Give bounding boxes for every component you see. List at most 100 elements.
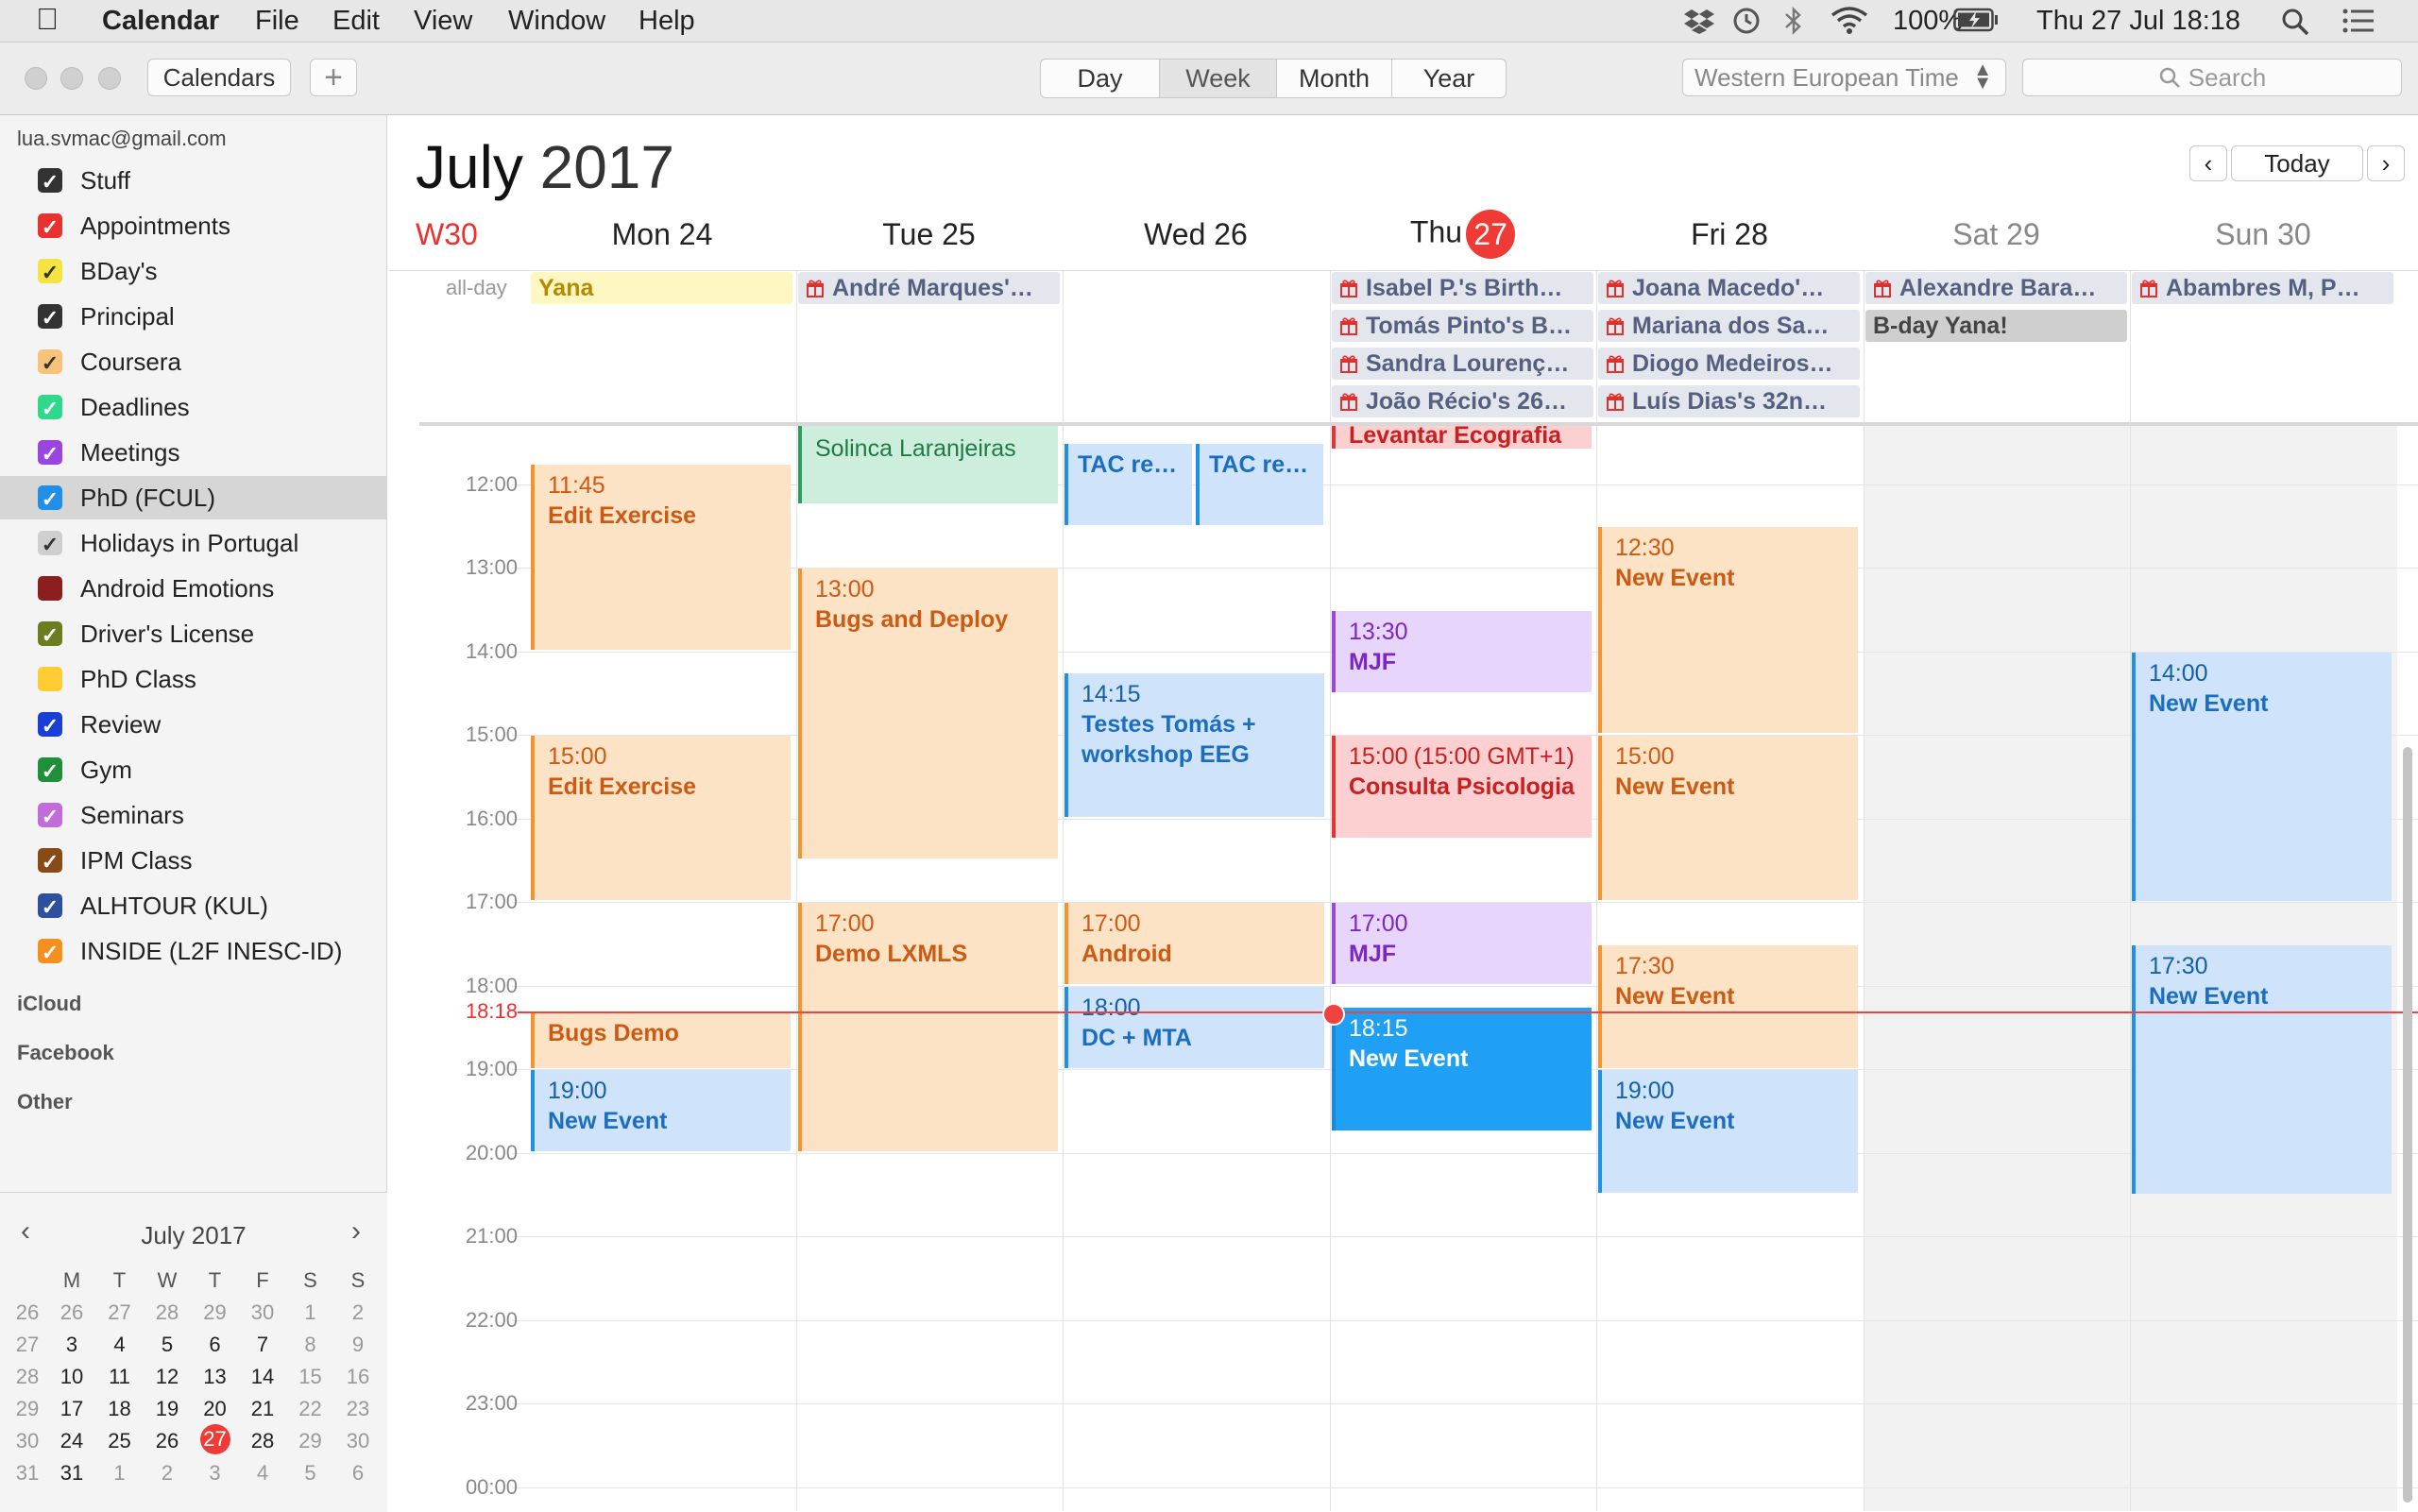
menu-file[interactable]: File (255, 6, 299, 37)
mini-day[interactable]: 4 (97, 1333, 143, 1357)
calendar-checkbox[interactable]: ✓ (38, 939, 62, 964)
dropbox-icon[interactable] (1683, 8, 1715, 42)
calendar-item[interactable]: ✓ Meetings (0, 431, 387, 474)
day-header[interactable]: Tue 25 (796, 217, 1063, 252)
calendar-checkbox[interactable]: ✓ (38, 803, 62, 828)
all-day-event[interactable]: Luís Dias's 32n… (1598, 385, 1860, 417)
add-event-button[interactable]: + (310, 59, 357, 96)
calendar-item[interactable]: Android Emotions (0, 567, 387, 610)
mini-day[interactable]: 16 (335, 1365, 381, 1389)
calendar-event[interactable]: 19:00 New Event (531, 1070, 791, 1151)
calendar-event[interactable]: 18:00 DC + MTA (1064, 987, 1324, 1068)
calendar-item[interactable]: ✓ Principal (0, 295, 387, 338)
calendar-event[interactable]: 17:30 New Event (1598, 945, 1858, 1068)
mini-day[interactable]: 25 (97, 1429, 143, 1453)
mini-day[interactable]: 30 (335, 1429, 381, 1453)
mini-day[interactable]: 15 (288, 1365, 333, 1389)
calendar-event[interactable]: 13:00 Bugs and Deploy (798, 569, 1058, 858)
day-header[interactable]: Sat 29 (1864, 217, 2130, 252)
mini-day[interactable]: 1 (97, 1461, 143, 1486)
mini-day[interactable]: 30 (240, 1300, 285, 1325)
mini-day[interactable]: 23 (335, 1397, 381, 1421)
all-day-event[interactable]: Tomás Pinto's B… (1332, 310, 1593, 342)
mini-day[interactable]: 12 (145, 1365, 190, 1389)
calendar-event[interactable]: 17:00 Demo LXMLS (798, 903, 1058, 1151)
calendar-checkbox[interactable]: ✓ (38, 712, 62, 738)
mini-day[interactable]: 19 (145, 1397, 190, 1421)
calendar-item[interactable]: ✓ Appointments (0, 204, 387, 247)
mini-day[interactable]: 27 (97, 1300, 143, 1325)
calendar-event[interactable]: 17:00 Android (1064, 903, 1324, 984)
mini-day[interactable]: 26 (49, 1300, 94, 1325)
calendar-item[interactable]: ✓ Driver's License (0, 612, 387, 655)
calendar-event[interactable]: 14:00 New Event (2132, 653, 2392, 901)
mini-day[interactable]: 18 (97, 1397, 143, 1421)
day-header[interactable]: Thu 27 (1330, 210, 1596, 259)
tab-day[interactable]: Day (1041, 59, 1160, 97)
calendar-checkbox[interactable]: ✓ (38, 531, 62, 556)
calendar-checkbox[interactable]: ✓ (38, 395, 62, 420)
mini-day[interactable]: 31 (49, 1461, 94, 1486)
calendar-checkbox[interactable]: ✓ (38, 213, 62, 239)
menu-edit[interactable]: Edit (332, 6, 380, 37)
mini-day[interactable]: 9 (335, 1333, 381, 1357)
calendar-item[interactable]: ✓ Stuff (0, 159, 387, 202)
calendar-checkbox[interactable]: ✓ (38, 621, 62, 647)
group-facebook[interactable]: Facebook (17, 1041, 114, 1065)
close-window-button[interactable] (25, 67, 47, 90)
time-machine-icon[interactable] (1732, 7, 1761, 42)
calendar-checkbox[interactable]: ✓ (38, 757, 62, 783)
mini-day[interactable]: 26 (145, 1429, 190, 1453)
mini-next-month-icon[interactable]: › (351, 1215, 361, 1248)
menubar-clock[interactable]: Thu 27 Jul 18:18 (2036, 6, 2240, 37)
calendar-checkbox[interactable]: ✓ (38, 349, 62, 375)
mini-day[interactable]: 11 (97, 1365, 143, 1389)
calendar-event[interactable]: 15:00 New Event (1598, 736, 1858, 900)
mini-day[interactable]: 29 (288, 1429, 333, 1453)
mini-day[interactable]: 17 (49, 1397, 94, 1421)
mini-day[interactable]: 8 (288, 1333, 333, 1357)
all-day-event[interactable]: Joana Macedo'… (1598, 272, 1860, 304)
calendar-checkbox[interactable] (38, 576, 62, 601)
calendar-checkbox[interactable]: ✓ (38, 893, 62, 919)
calendar-item[interactable]: ✓ PhD (FCUL) (0, 476, 387, 519)
mini-day[interactable]: 5 (145, 1333, 190, 1357)
mini-day[interactable]: 1 (288, 1300, 333, 1325)
mini-day[interactable]: 29 (193, 1300, 238, 1325)
all-day-event[interactable]: Sandra Lourenç… (1332, 348, 1593, 380)
calendar-item[interactable]: PhD Class (0, 657, 387, 701)
calendar-event[interactable]: 12:30 New Event (1598, 527, 1858, 733)
timezone-select[interactable]: Western European Time ▲ ▼ (1682, 59, 2006, 96)
calendar-checkbox[interactable]: ✓ (38, 440, 62, 466)
group-other[interactable]: Other (17, 1090, 73, 1114)
mini-day[interactable]: 22 (288, 1397, 333, 1421)
next-week-button[interactable]: › (2367, 145, 2405, 181)
calendar-item[interactable]: ✓ Holidays in Portugal (0, 521, 387, 565)
calendar-event[interactable]: 15:00 (15:00 GMT+1) Consulta Psicologia (1332, 736, 1592, 838)
day-header[interactable]: Sun 30 (2130, 217, 2396, 252)
mini-day[interactable]: 20 (193, 1397, 238, 1421)
calendar-event[interactable]: 11:45 Edit Exercise (531, 465, 791, 650)
calendar-item[interactable]: ✓ IPM Class (0, 839, 387, 882)
mini-day[interactable]: 7 (240, 1333, 285, 1357)
today-button[interactable]: Today (2231, 145, 2363, 181)
calendar-item[interactable]: ✓ ALHTOUR (KUL) (0, 884, 387, 927)
mini-day[interactable]: 28 (240, 1429, 285, 1453)
minimize-window-button[interactable] (60, 67, 83, 90)
day-header[interactable]: Wed 26 (1063, 217, 1329, 252)
tab-year[interactable]: Year (1392, 59, 1506, 97)
calendar-item[interactable]: ✓ Seminars (0, 793, 387, 837)
all-day-event[interactable]: Yana (531, 272, 792, 304)
mini-day[interactable]: 4 (240, 1461, 285, 1486)
calendar-event[interactable]: 17:00 MJF (1332, 903, 1592, 984)
calendar-event[interactable]: Treino Solinca Laranjeiras (798, 426, 1058, 503)
calendar-item[interactable]: ✓ BDay's (0, 249, 387, 293)
day-header[interactable]: Fri 28 (1596, 217, 1863, 252)
previous-week-button[interactable]: ‹ (2189, 145, 2227, 181)
calendar-checkbox[interactable]: ✓ (38, 848, 62, 874)
mini-day[interactable]: 3 (49, 1333, 94, 1357)
calendar-event[interactable]: 13:30 MJF (1332, 611, 1592, 692)
mini-day[interactable]: 5 (288, 1461, 333, 1486)
wifi-icon[interactable] (1831, 6, 1868, 42)
menu-help[interactable]: Help (639, 6, 695, 37)
